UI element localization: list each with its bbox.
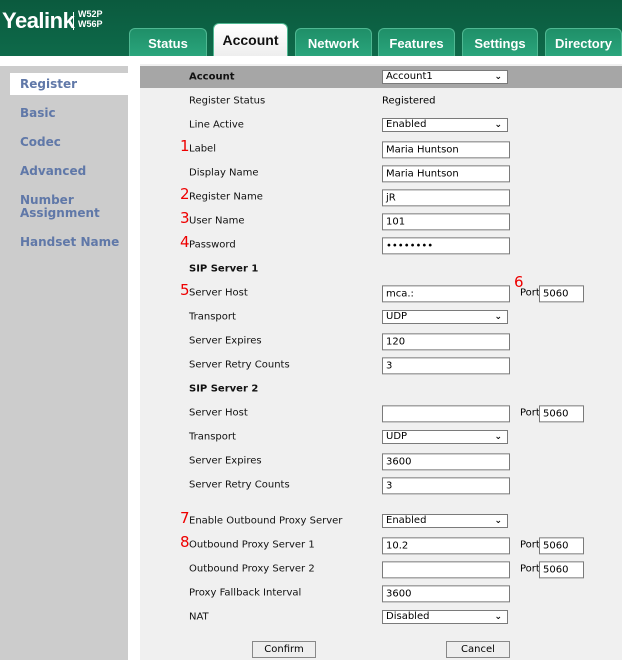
chevron-down-icon: ⌄ [494,516,502,526]
port-label: Port [520,407,540,419]
yealink-logo: Yealink [2,8,75,33]
marker-4: 4 [180,233,190,251]
tab-settings[interactable]: Settings [462,28,538,56]
label-enable-outbound-proxy-server: Enable Outbound Proxy Server [189,515,343,527]
line-active-select[interactable]: Enabled ⌄ [382,118,508,132]
model-names: W52P W56P [78,9,103,29]
server-host-port-input[interactable]: 5060 [539,405,584,423]
label-server-retry-counts: Server Retry Counts [189,359,290,371]
label-outbound-proxy-server-2: Outbound Proxy Server 2 [189,563,315,575]
label-server-host: Server Host [189,407,248,419]
label-line-active: Line Active [189,119,244,131]
sidebar [0,66,128,660]
outbound-proxy-server-1-port-input[interactable]: 5060 [539,537,584,555]
marker-7: 7 [180,509,190,527]
transport-select[interactable]: UDP ⌄ [382,310,508,324]
marker-6: 6 [514,273,524,291]
section-heading-sip-server-2: SIP Server 2 [189,383,259,395]
register-status-value: Registered [382,95,436,107]
marker-3: 3 [180,209,190,227]
proxy-fallback-interval-input[interactable]: 3600 [382,585,510,603]
sidebar-item-handset-name[interactable]: Handset Name [10,236,128,249]
selected-value: Account1 [386,71,433,82]
label-transport: Transport [189,431,236,443]
confirm-button[interactable]: Confirm [252,641,316,658]
outbound-proxy-server-1-input[interactable]: 10.2 [382,537,510,555]
server-expires-input[interactable]: 120 [382,333,510,351]
label-server-host: Server Host [189,287,248,299]
server-host-input[interactable]: mca.: [382,285,510,303]
header: Yealink W52P W56P Status Account Network… [0,0,622,56]
server-retry-counts-input[interactable]: 3 [382,477,510,495]
register-name-input[interactable]: jR [382,189,510,207]
label-transport: Transport [189,311,236,323]
chevron-down-icon: ⌄ [494,432,502,442]
selected-value: Disabled [386,611,430,622]
chevron-down-icon: ⌄ [494,612,502,622]
sidebar-item-codec[interactable]: Codec [10,136,128,149]
tab-directory[interactable]: Directory [545,28,622,56]
label-password: Password [189,239,236,251]
outbound-proxy-server-2-input[interactable] [382,561,510,579]
transport-select[interactable]: UDP ⌄ [382,430,508,444]
label-server-expires: Server Expires [189,455,262,467]
label-user-name: User Name [189,215,245,227]
label-label: Label [189,143,216,155]
cancel-button[interactable]: Cancel [446,641,510,658]
model-name: W56P [78,19,103,29]
selected-value: UDP [386,431,408,442]
tab-network[interactable]: Network [295,28,372,56]
account-select[interactable]: Account1 ⌄ [382,70,508,84]
sidebar-item-basic[interactable]: Basic [10,107,128,120]
sidebar-item-number-assignment[interactable]: Number Assignment [10,194,110,220]
tab-account[interactable]: Account [213,23,288,56]
server-host-input[interactable] [382,405,510,423]
user-name-input[interactable]: 101 [382,213,510,231]
server-retry-counts-input[interactable]: 3 [382,357,510,375]
chevron-down-icon: ⌄ [494,120,502,130]
password-input[interactable]: •••••••• [382,237,510,255]
server-expires-input[interactable]: 3600 [382,453,510,471]
label-server-retry-counts: Server Retry Counts [189,479,290,491]
label-server-expires: Server Expires [189,335,262,347]
selected-value: UDP [386,311,408,322]
chevron-down-icon: ⌄ [494,72,502,82]
label-display-name: Display Name [189,167,259,179]
port-label: Port [520,563,540,575]
label-proxy-fallback-interval: Proxy Fallback Interval [189,587,302,599]
enable-outbound-proxy-server-select[interactable]: Enabled ⌄ [382,514,508,528]
label-nat: NAT [189,611,209,623]
logo-divider [73,12,74,30]
tab-features[interactable]: Features [378,28,455,56]
selected-value: Enabled [386,119,427,130]
tab-status[interactable]: Status [129,28,207,56]
nat-select[interactable]: Disabled ⌄ [382,610,508,624]
display-name-input[interactable]: Maria Huntson [382,165,510,183]
sidebar-item-advanced[interactable]: Advanced [10,165,128,178]
marker-2: 2 [180,185,190,203]
marker-8: 8 [180,533,190,551]
label-register-status: Register Status [189,95,266,107]
label-register-name: Register Name [189,191,263,203]
server-host-port-input[interactable]: 5060 [539,285,584,303]
model-name: W52P [78,9,103,19]
outbound-proxy-server-2-port-input[interactable]: 5060 [539,561,584,579]
label-input[interactable]: Maria Huntson [382,141,510,159]
marker-1: 1 [180,137,190,155]
label-outbound-proxy-server-1: Outbound Proxy Server 1 [189,539,315,551]
marker-5: 5 [180,281,190,299]
sidebar-item-register[interactable]: Register [10,73,128,95]
port-label: Port [520,539,540,551]
section-heading-sip-server-1: SIP Server 1 [189,263,259,275]
chevron-down-icon: ⌄ [494,312,502,322]
label-account: Account [189,71,235,83]
selected-value: Enabled [386,515,427,526]
